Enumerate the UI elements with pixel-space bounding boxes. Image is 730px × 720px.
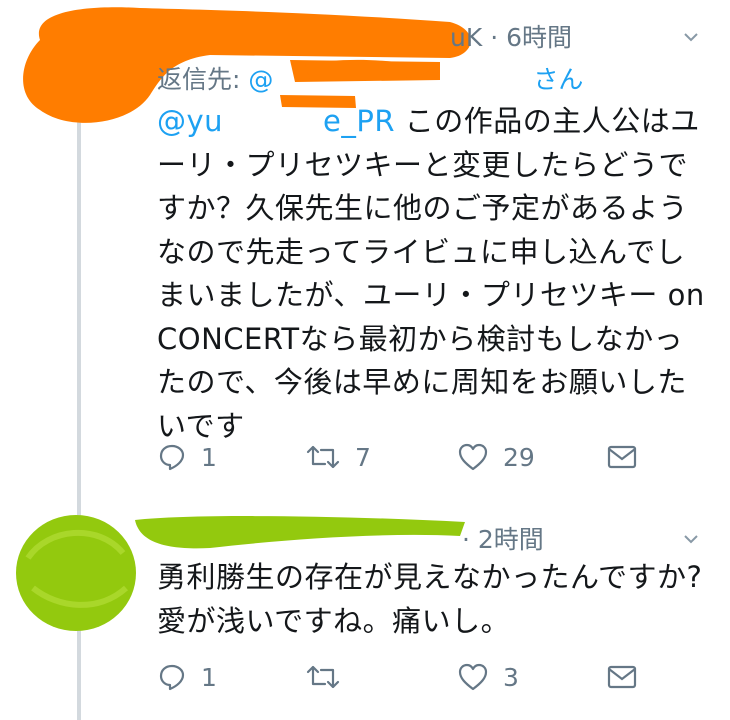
message-button[interactable] <box>607 437 637 477</box>
tweet-actions: 1 7 29 <box>157 437 647 477</box>
retweet-icon <box>306 445 340 469</box>
reply-button[interactable]: 1 <box>157 437 217 477</box>
chevron-down-icon[interactable] <box>684 30 698 44</box>
tweet-time[interactable]: · 6時間 <box>490 23 572 52</box>
reply-button[interactable]: 1 <box>157 657 217 697</box>
retweet-button[interactable]: 7 <box>305 437 371 477</box>
tweet-body: この作品の主人公はユーリ・プリセツキーと変更したらどうですか？久保先生に他のご予… <box>157 104 705 443</box>
reply-to: 返信先: @ さん <box>157 60 583 96</box>
tweet-body: 勇利勝生の存在が見えなかったんですか?愛が浅いですね。痛いし。 <box>157 560 703 638</box>
name-redaction <box>135 516 465 549</box>
text-mention-tail[interactable]: e_PR <box>323 104 395 138</box>
tweet[interactable]: · 2時間 勇利勝生の存在が見えなかったんですか?愛が浅いですね。痛いし。 1 … <box>0 500 730 720</box>
text-mention[interactable]: @yu <box>157 104 223 138</box>
reply-icon <box>159 664 185 691</box>
tweet-text: @yu e_PR この作品の主人公はユーリ・プリセツキーと変更したらどうですか？久… <box>157 100 707 448</box>
message-button[interactable] <box>607 657 637 697</box>
retweet-icon <box>306 665 340 689</box>
reply-mention-suffix: さん <box>533 65 584 94</box>
tweet-time[interactable]: · 2時間 <box>462 525 544 554</box>
reply-count: 1 <box>201 442 217 472</box>
like-icon <box>458 663 488 691</box>
like-icon <box>458 443 488 471</box>
avatar-redaction <box>16 515 136 631</box>
like-count: 29 <box>503 442 535 472</box>
retweet-button[interactable] <box>305 657 355 697</box>
tweet[interactable]: uK · 6時間 返信先: @ さん @yu e_PR この作品の主人公はユーリ・プ… <box>0 0 730 500</box>
message-icon <box>607 445 637 469</box>
tweet-actions: 1 3 <box>157 657 647 697</box>
chevron-down-icon[interactable] <box>684 532 698 546</box>
message-icon <box>607 665 637 689</box>
like-button[interactable]: 29 <box>457 437 535 477</box>
like-count: 3 <box>503 662 519 692</box>
reply-count: 1 <box>201 662 217 692</box>
tweet-text: 勇利勝生の存在が見えなかったんですか?愛が浅いですね。痛いし。 <box>157 556 707 643</box>
reply-to-label: 返信先: <box>157 65 241 94</box>
handle-suffix: uK <box>450 23 483 52</box>
reply-icon <box>159 444 185 471</box>
retweet-count: 7 <box>355 442 371 472</box>
reply-mention[interactable]: @ <box>248 65 273 94</box>
like-button[interactable]: 3 <box>457 657 519 697</box>
